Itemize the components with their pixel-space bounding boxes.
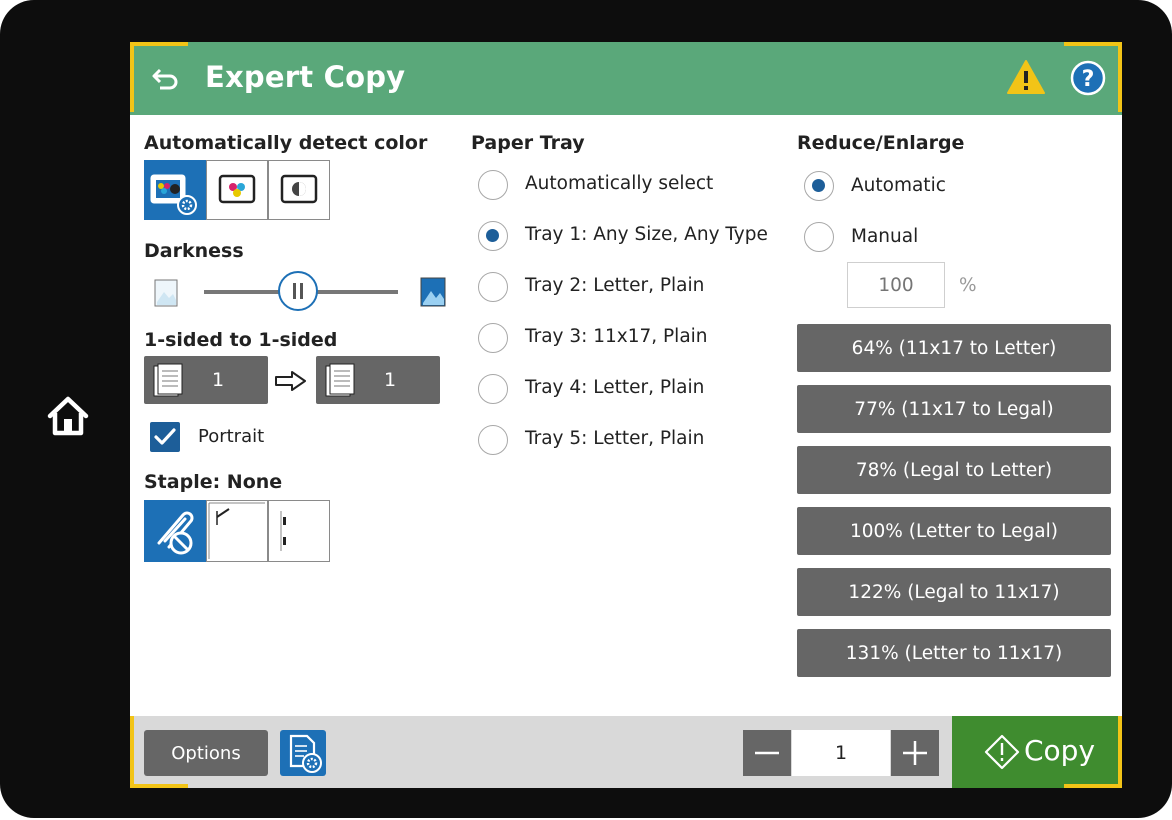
staple-corner-button[interactable] xyxy=(206,500,268,562)
sides-label: 1-sided to 1-sided xyxy=(144,329,338,351)
corner-accent xyxy=(1118,42,1122,112)
footer-bar: Options 1 Copy xyxy=(130,716,1122,788)
tray-option-label: Tray 1: Any Size, Any Type xyxy=(525,224,768,245)
percent-unit: % xyxy=(959,275,977,296)
start-diamond-icon xyxy=(984,734,1020,770)
tray-option-label: Tray 3: 11x17, Plain xyxy=(525,326,708,347)
copies-count[interactable]: 1 xyxy=(792,730,890,776)
dest-sides-button[interactable]: 1 xyxy=(316,356,440,404)
decrease-copies-button[interactable] xyxy=(743,730,791,776)
warning-icon[interactable] xyxy=(1006,58,1046,96)
corner-accent xyxy=(130,716,134,788)
tray-1-radio[interactable] xyxy=(478,221,508,251)
dark-image-icon xyxy=(420,276,446,308)
corner-accent xyxy=(130,42,134,112)
tray-auto-radio[interactable] xyxy=(478,170,508,200)
tray-option-label: Tray 2: Letter, Plain xyxy=(525,275,705,296)
settings-document-icon[interactable] xyxy=(280,730,326,776)
help-icon[interactable]: ? xyxy=(1070,60,1106,96)
light-image-icon xyxy=(154,278,178,308)
staple-two-left-button[interactable] xyxy=(268,500,330,562)
preset-64-button[interactable]: 64% (11x17 to Letter) xyxy=(797,324,1111,372)
copy-screen: Expert Copy ? Automatically detect color xyxy=(130,42,1122,788)
grayscale-button[interactable] xyxy=(268,160,330,220)
color-mode-label: Automatically detect color xyxy=(144,132,428,154)
tray-option-label: Tray 4: Letter, Plain xyxy=(525,377,705,398)
tray-4-radio[interactable] xyxy=(478,374,508,404)
staple-label: Staple: None xyxy=(144,471,283,493)
staple-none-button[interactable] xyxy=(144,500,206,562)
automatic-radio[interactable] xyxy=(804,171,834,201)
darkness-slider-thumb[interactable] xyxy=(278,271,318,311)
copy-label: Copy xyxy=(1024,734,1096,767)
preset-77-button[interactable]: 77% (11x17 to Legal) xyxy=(797,385,1111,433)
page-title: Expert Copy xyxy=(205,60,406,94)
tray-2-radio[interactable] xyxy=(478,272,508,302)
paper-tray-label: Paper Tray xyxy=(471,132,585,154)
color-button[interactable] xyxy=(206,160,268,220)
corner-accent xyxy=(1064,784,1122,788)
corner-accent xyxy=(1118,716,1122,788)
automatic-label: Automatic xyxy=(851,175,946,196)
back-icon[interactable] xyxy=(150,64,180,94)
copy-button[interactable]: Copy xyxy=(952,716,1122,788)
tray-5-radio[interactable] xyxy=(478,425,508,455)
arrow-right-icon xyxy=(274,370,308,392)
home-icon[interactable] xyxy=(44,392,92,440)
corner-accent xyxy=(1064,42,1122,46)
svg-text:?: ? xyxy=(1082,67,1095,92)
preset-122-button[interactable]: 122% (Legal to 11x17) xyxy=(797,568,1111,616)
tray-option-label: Automatically select xyxy=(525,173,714,194)
percent-input[interactable] xyxy=(847,262,945,308)
portrait-checkbox[interactable] xyxy=(150,422,180,452)
options-button[interactable]: Options xyxy=(144,730,268,776)
tray-option-label: Tray 5: Letter, Plain xyxy=(525,428,705,449)
corner-accent xyxy=(130,784,188,788)
manual-radio[interactable] xyxy=(804,222,834,252)
increase-copies-button[interactable] xyxy=(891,730,939,776)
reduce-enlarge-label: Reduce/Enlarge xyxy=(797,132,965,154)
portrait-label: Portrait xyxy=(198,426,265,447)
auto-color-button[interactable] xyxy=(144,160,206,220)
manual-label: Manual xyxy=(851,226,919,247)
source-sides-button[interactable]: 1 xyxy=(144,356,268,404)
tray-3-radio[interactable] xyxy=(478,323,508,353)
preset-131-button[interactable]: 131% (Letter to 11x17) xyxy=(797,629,1111,677)
preset-100-button[interactable]: 100% (Letter to Legal) xyxy=(797,507,1111,555)
preset-78-button[interactable]: 78% (Legal to Letter) xyxy=(797,446,1111,494)
darkness-label: Darkness xyxy=(144,240,244,262)
dest-sides-value: 1 xyxy=(384,369,397,391)
corner-accent xyxy=(130,42,188,46)
title-bar: Expert Copy ? xyxy=(130,42,1122,115)
source-sides-value: 1 xyxy=(212,369,225,391)
